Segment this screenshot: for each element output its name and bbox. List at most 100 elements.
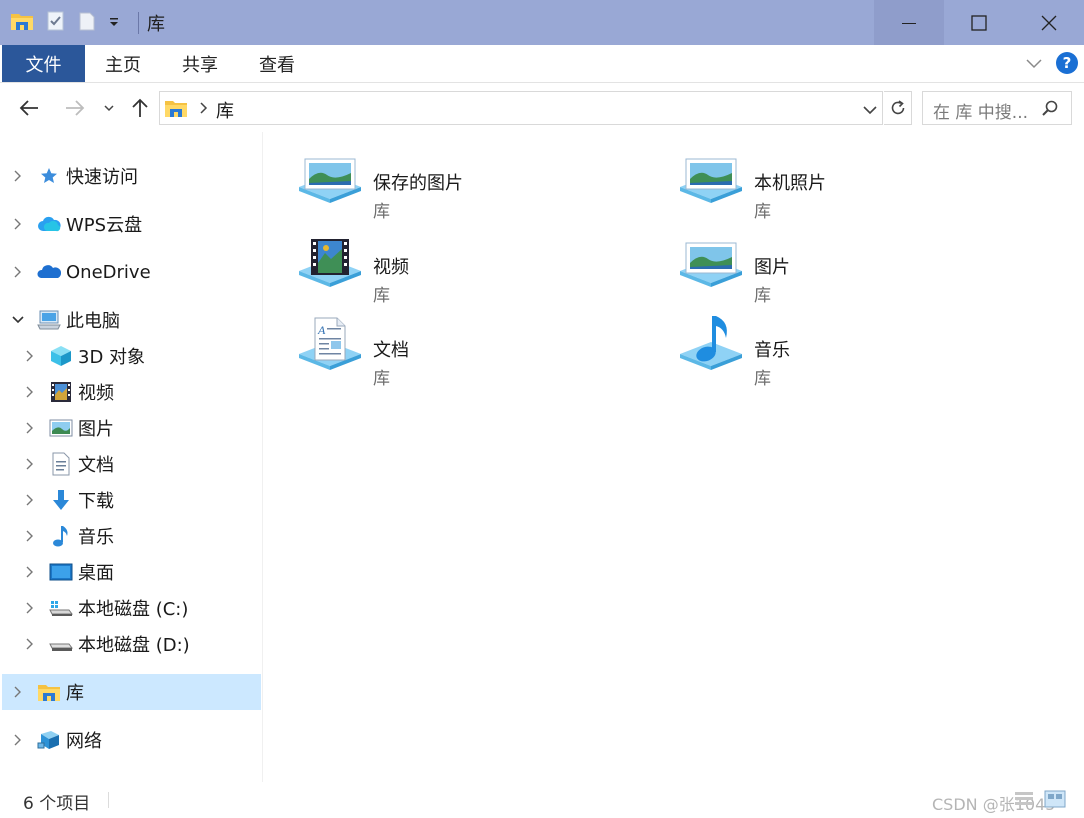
sidebar-item-music[interactable]: 音乐 (2, 518, 261, 554)
maximize-icon (971, 14, 987, 31)
network-icon (37, 728, 61, 752)
sidebar-item-libraries[interactable]: 库 (2, 674, 261, 710)
expand-chevron-icon[interactable] (12, 686, 24, 698)
sidebar-item-label: 下载 (78, 491, 114, 512)
status-separator (108, 792, 109, 808)
sidebar-item-this-pc[interactable]: 此电脑 (2, 302, 261, 338)
back-arrow-icon (19, 100, 38, 116)
tab-share[interactable]: 共享 (168, 45, 232, 82)
expand-chevron-icon[interactable] (24, 494, 36, 506)
library-name: 音乐 (754, 340, 790, 361)
minimize-icon (902, 22, 916, 24)
sidebar-item-pictures[interactable]: 图片 (2, 410, 261, 446)
system-drive-icon (49, 596, 73, 620)
sidebar-item-wps-cloud[interactable]: WPS云盘 (2, 206, 261, 242)
collapse-chevron-icon[interactable] (12, 314, 24, 326)
expand-chevron-icon[interactable] (24, 386, 36, 398)
library-item[interactable]: 保存的图片 库 (297, 145, 657, 222)
large-icons-view-icon (1044, 790, 1066, 808)
expand-chevron-icon[interactable] (12, 170, 24, 182)
forward-button[interactable] (63, 96, 87, 124)
navigation-bar: 库 在 库 中搜... (0, 84, 1084, 132)
cube-icon (49, 344, 73, 368)
library-item[interactable]: 本机照片 库 (678, 145, 1038, 222)
sidebar-item-videos[interactable]: 视频 (2, 374, 261, 410)
search-box[interactable]: 在 库 中搜... (922, 91, 1072, 125)
sidebar-item-quick-access[interactable]: 快速访问 (2, 158, 261, 194)
computer-icon (37, 308, 61, 332)
close-icon (1041, 15, 1057, 30)
navigation-pane: 快速访问 WPS云盘 OneDrive 此电脑 3D 对象 视频 图片 文档 下… (0, 132, 263, 782)
expand-chevron-icon[interactable] (12, 734, 24, 746)
expand-chevron-icon[interactable] (24, 350, 36, 362)
new-folder-icon[interactable] (78, 10, 96, 36)
expand-chevron-icon[interactable] (12, 218, 24, 230)
sidebar-item-label: WPS云盘 (66, 215, 143, 236)
sidebar-item-label: 库 (66, 683, 84, 704)
expand-chevron-icon[interactable] (24, 638, 36, 650)
customize-dropdown-icon[interactable] (108, 13, 120, 32)
tab-view[interactable]: 查看 (245, 45, 309, 82)
quick-access-toolbar (0, 0, 132, 45)
library-name: 保存的图片 (373, 173, 463, 194)
tab-home[interactable]: 主页 (92, 45, 154, 82)
library-item[interactable]: 视频 库 (297, 229, 657, 306)
star-icon (37, 164, 61, 188)
library-item[interactable]: A 文档 库 (297, 312, 657, 389)
status-bar: 6 个项目 CSDN @张1045 (0, 782, 1084, 818)
maximize-button[interactable] (944, 0, 1014, 45)
sidebar-item-desktop[interactable]: 桌面 (2, 554, 261, 590)
expand-chevron-icon[interactable] (24, 422, 36, 434)
expand-chevron-icon[interactable] (24, 566, 36, 578)
sidebar-item-downloads[interactable]: 下载 (2, 482, 261, 518)
details-view-button[interactable] (1014, 790, 1034, 812)
expand-ribbon-icon[interactable] (1024, 53, 1044, 77)
back-button[interactable] (17, 96, 41, 124)
sidebar-item-documents[interactable]: 文档 (2, 446, 261, 482)
sidebar-item-drive-c[interactable]: 本地磁盘 (C:) (2, 590, 261, 626)
search-input[interactable]: 在 库 中搜... (933, 98, 1028, 123)
library-item[interactable]: 音乐 库 (678, 312, 1038, 389)
expand-chevron-icon[interactable] (24, 602, 36, 614)
expand-chevron-icon[interactable] (24, 530, 36, 542)
library-icon (164, 97, 188, 123)
sidebar-item-label: 本地磁盘 (C:) (78, 599, 189, 620)
close-button[interactable] (1014, 0, 1084, 45)
recent-locations-button[interactable] (102, 100, 116, 119)
folder-icon[interactable] (10, 10, 34, 36)
sidebar-item-onedrive[interactable]: OneDrive (2, 254, 261, 290)
help-button[interactable]: ? (1056, 52, 1078, 74)
view-switcher (1014, 790, 1066, 812)
content-pane: 保存的图片 库 本机照片 库 视频 库 图片 库 A 文档 库 音乐 库 (264, 132, 1084, 782)
details-view-icon (1015, 792, 1033, 805)
chevron-down-icon (863, 106, 877, 115)
sidebar-item-network[interactable]: 网络 (2, 722, 261, 758)
library-type: 库 (754, 202, 771, 222)
library-type: 库 (754, 286, 771, 306)
library-item[interactable]: 图片 库 (678, 229, 1038, 306)
expand-chevron-icon[interactable] (24, 458, 36, 470)
address-bar[interactable]: 库 (159, 91, 883, 125)
expand-chevron-icon[interactable] (12, 266, 24, 278)
tab-file[interactable]: 文件 (2, 45, 85, 82)
sidebar-item-label: OneDrive (66, 261, 151, 283)
library-type: 库 (373, 369, 390, 389)
large-icons-view-button[interactable] (1044, 790, 1066, 812)
chevron-right-icon[interactable] (198, 100, 210, 120)
document-icon (49, 452, 73, 476)
address-history-dropdown[interactable] (862, 102, 878, 121)
search-icon[interactable] (1041, 99, 1059, 121)
refresh-button[interactable] (884, 91, 912, 125)
item-count: 6 个项目 (23, 794, 91, 814)
ribbon: 文件 主页 共享 查看 ? (0, 45, 1084, 83)
sidebar-item-label: 3D 对象 (78, 347, 146, 368)
sidebar-item-3d-objects[interactable]: 3D 对象 (2, 338, 261, 374)
up-arrow-icon (132, 98, 148, 117)
download-icon (49, 488, 73, 512)
sidebar-item-drive-d[interactable]: 本地磁盘 (D:) (2, 626, 261, 662)
picture-library-icon (678, 229, 744, 295)
minimize-button[interactable] (874, 0, 944, 45)
up-button[interactable] (128, 96, 152, 124)
address-path[interactable]: 库 (216, 97, 234, 123)
properties-icon[interactable] (46, 10, 66, 36)
